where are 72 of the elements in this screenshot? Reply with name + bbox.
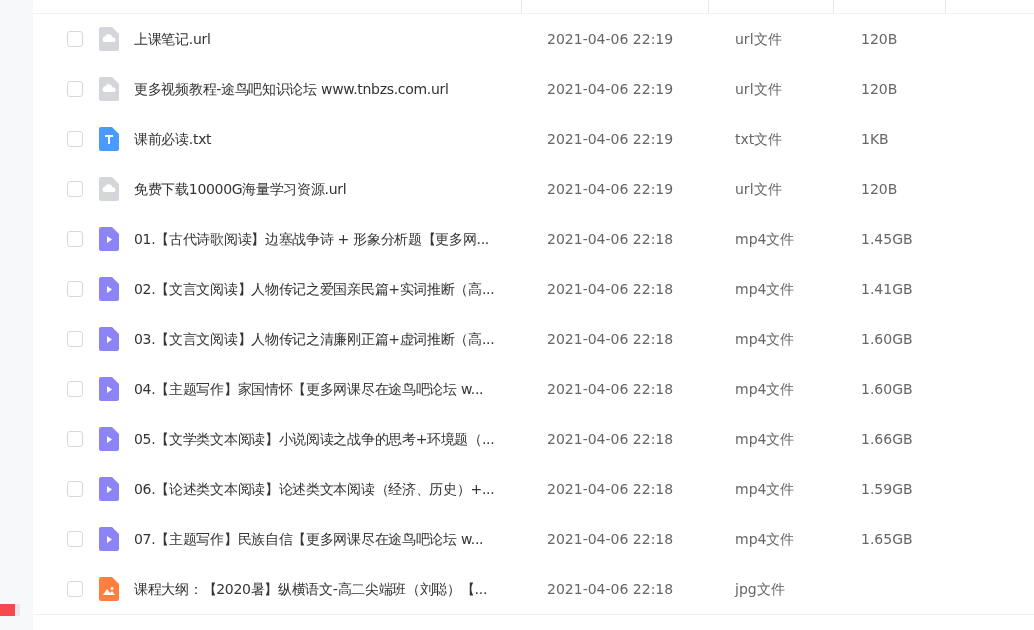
cloud-file-icon (98, 77, 119, 101)
modified-time: 2021-04-06 22:18 (547, 280, 674, 297)
modified-time: 2021-04-06 22:18 (547, 530, 674, 547)
checkbox[interactable] (67, 131, 83, 147)
file-size: 1.41GB (861, 280, 913, 297)
file-name[interactable]: 02.【文言文阅读】人物传记之爱国亲民篇+实词推断（高... (134, 280, 495, 297)
checkbox[interactable] (67, 581, 83, 597)
checkbox[interactable] (67, 281, 83, 297)
video-file-icon (98, 377, 119, 401)
video-file-icon (98, 327, 119, 351)
checkbox[interactable] (67, 231, 83, 247)
modified-time: 2021-04-06 22:18 (547, 580, 674, 597)
file-size: 120B (861, 30, 898, 47)
checkbox[interactable] (67, 381, 83, 397)
modified-time: 2021-04-06 22:19 (547, 30, 674, 47)
file-size: 1.65GB (861, 530, 913, 547)
modified-time: 2021-04-06 22:19 (547, 80, 674, 97)
modified-time: 2021-04-06 22:18 (547, 480, 674, 497)
file-size: 1.60GB (861, 330, 913, 347)
file-type: mp4文件 (735, 530, 795, 547)
checkbox[interactable] (67, 481, 83, 497)
file-type: txt文件 (735, 130, 783, 147)
modified-time: 2021-04-06 22:18 (547, 380, 674, 397)
checkbox[interactable] (67, 431, 83, 447)
text-file-icon (98, 127, 119, 151)
checkbox[interactable] (67, 181, 83, 197)
file-name[interactable]: 上课笔记.url (134, 30, 211, 47)
modified-time: 2021-04-06 22:18 (547, 230, 674, 247)
storage-bar (0, 604, 20, 616)
file-size: 1.59GB (861, 480, 913, 497)
video-file-icon (98, 277, 119, 301)
modified-time: 2021-04-06 22:18 (547, 430, 674, 447)
file-name[interactable]: 05.【文学类文本阅读】小说阅读之战争的思考+环境题（... (134, 430, 495, 447)
modified-time: 2021-04-06 22:19 (547, 130, 674, 147)
file-type: jpg文件 (735, 580, 785, 597)
file-name[interactable]: 04.【主题写作】家国情怀【更多网课尽在途鸟吧论坛 w... (134, 380, 484, 397)
file-size: 120B (861, 80, 898, 97)
video-file-icon (98, 477, 119, 501)
file-type: url文件 (735, 80, 782, 97)
modified-time: 2021-04-06 22:18 (547, 330, 674, 347)
checkbox[interactable] (67, 531, 83, 547)
video-file-icon (98, 227, 119, 251)
file-size: 1.60GB (861, 380, 913, 397)
file-type: mp4文件 (735, 330, 795, 347)
file-name[interactable]: 更多视频教程-途鸟吧知识论坛 www.tnbzs.com.url (134, 80, 449, 97)
cloud-file-icon (98, 177, 119, 201)
file-type: mp4文件 (735, 230, 795, 247)
checkbox[interactable] (67, 31, 83, 47)
cloud-file-icon (98, 27, 119, 51)
file-name[interactable]: 免费下载10000G海量学习资源.url (134, 180, 347, 197)
file-type: mp4文件 (735, 480, 795, 497)
file-type: url文件 (735, 30, 782, 47)
checkbox[interactable] (67, 331, 83, 347)
modified-time: 2021-04-06 22:19 (547, 180, 674, 197)
file-type: mp4文件 (735, 280, 795, 297)
file-name[interactable]: 06.【论述类文本阅读】论述类文本阅读（经济、历史）+... (134, 480, 495, 497)
file-type: mp4文件 (735, 380, 795, 397)
file-size: 1.66GB (861, 430, 913, 447)
file-type: url文件 (735, 180, 782, 197)
video-file-icon (98, 527, 119, 551)
file-name[interactable]: 07.【主题写作】民族自信【更多网课尽在途鸟吧论坛 w... (134, 530, 484, 547)
image-file-icon (98, 577, 119, 601)
file-size: 1.45GB (861, 230, 913, 247)
video-file-icon (98, 427, 119, 451)
file-name[interactable]: 03.【文言文阅读】人物传记之清廉刚正篇+虚词推断（高... (134, 330, 495, 347)
checkbox[interactable] (67, 81, 83, 97)
file-size: 1KB (861, 130, 889, 147)
file-size: 120B (861, 180, 898, 197)
file-name[interactable]: 01.【古代诗歌阅读】边塞战争诗 + 形象分析题【更多网... (134, 230, 489, 247)
file-name[interactable]: 课程大纲：【2020暑】纵横语文-高二尖端班（刘聪）【... (134, 580, 488, 597)
file-type: mp4文件 (735, 430, 795, 447)
file-name[interactable]: 课前必读.txt (134, 130, 212, 147)
